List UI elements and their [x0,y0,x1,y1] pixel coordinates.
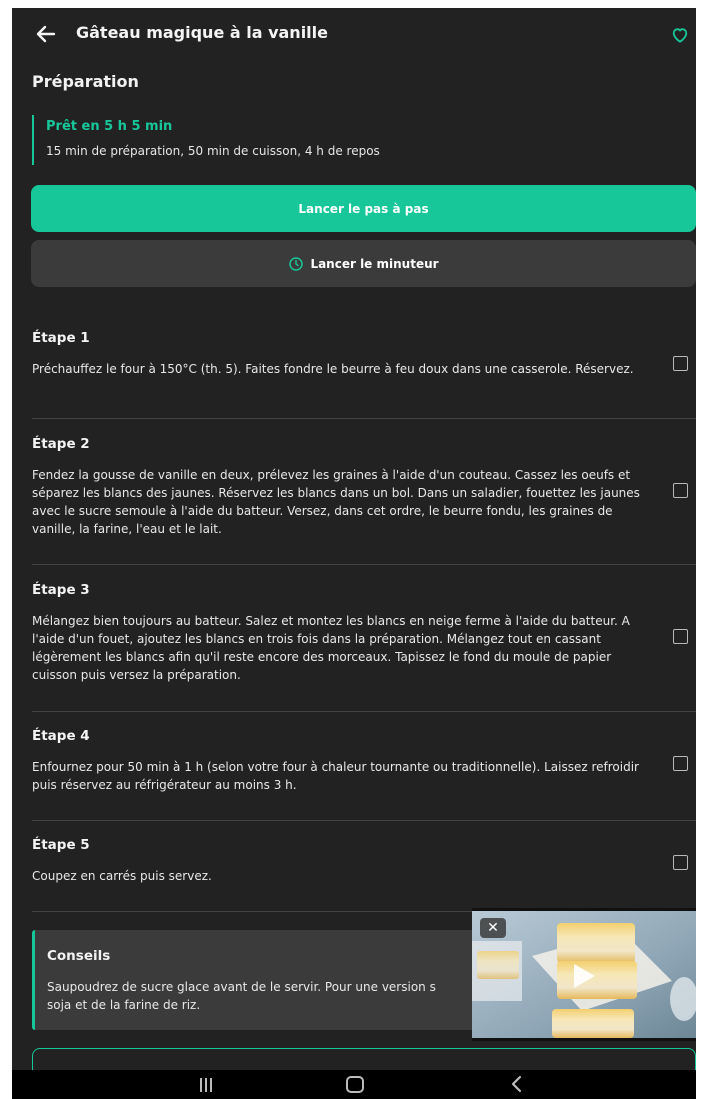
ready-time: Prêt en 5 h 5 min [46,119,173,134]
step-title: Étape 1 [32,330,90,346]
step-item: Étape 5 Coupez en carrés puis servez. [32,837,696,885]
system-nav-bar [12,1070,696,1099]
time-breakdown: 15 min de préparation, 50 min de cuisson… [46,144,380,158]
step-item: Étape 3 Mélangez bien toujours au batteu… [32,582,696,684]
divider [32,820,696,821]
app-bar: Gâteau magique à la vanille [12,8,696,60]
nav-back-icon[interactable] [510,1075,524,1093]
start-timer-label: Lancer le minuteur [310,256,439,271]
start-step-by-step-label: Lancer le pas à pas [298,201,429,216]
step-checkbox[interactable] [673,756,688,771]
step-title: Étape 4 [32,728,90,744]
home-icon[interactable] [346,1076,364,1093]
recipe-screen: Gâteau magique à la vanille Préparation … [12,8,696,1099]
play-icon[interactable] [568,961,598,991]
video-player[interactable]: ✕ [472,908,696,1041]
arrow-left-icon[interactable] [34,22,58,46]
step-text: Mélangez bien toujours au batteur. Salez… [32,614,630,682]
step-checkbox[interactable] [673,629,688,644]
step-text: Enfournez pour 50 min à 1 h (selon votre… [32,760,639,792]
heart-icon[interactable] [670,25,690,45]
step-title: Étape 5 [32,837,90,853]
page-title: Gâteau magique à la vanille [76,23,328,42]
step-item: Étape 2 Fendez la gousse de vanille en d… [32,436,696,538]
divider [32,418,696,419]
section-title: Préparation [32,72,139,91]
tips-title: Conseils [47,948,111,964]
start-step-by-step-button[interactable]: Lancer le pas à pas [31,185,696,232]
step-checkbox[interactable] [673,855,688,870]
step-title: Étape 2 [32,436,90,452]
step-checkbox[interactable] [673,356,688,371]
start-timer-button[interactable]: Lancer le minuteur [31,240,696,287]
step-item: Étape 4 Enfournez pour 50 min à 1 h (sel… [32,728,696,794]
step-item: Étape 1 Préchauffez le four à 150°C (th.… [32,330,696,378]
step-text: Fendez la gousse de vanille en deux, pré… [32,468,640,536]
step-text: Préchauffez le four à 150°C (th. 5). Fai… [32,362,634,376]
step-checkbox[interactable] [673,483,688,498]
clock-icon [289,256,304,271]
divider [32,711,696,712]
step-title: Étape 3 [32,582,90,598]
step-text: Coupez en carrés puis servez. [32,869,212,883]
divider [32,564,696,565]
ready-info: Prêt en 5 h 5 min 15 min de préparation,… [32,115,380,165]
recent-apps-icon[interactable] [198,1078,214,1092]
close-video-button[interactable]: ✕ [480,918,506,938]
